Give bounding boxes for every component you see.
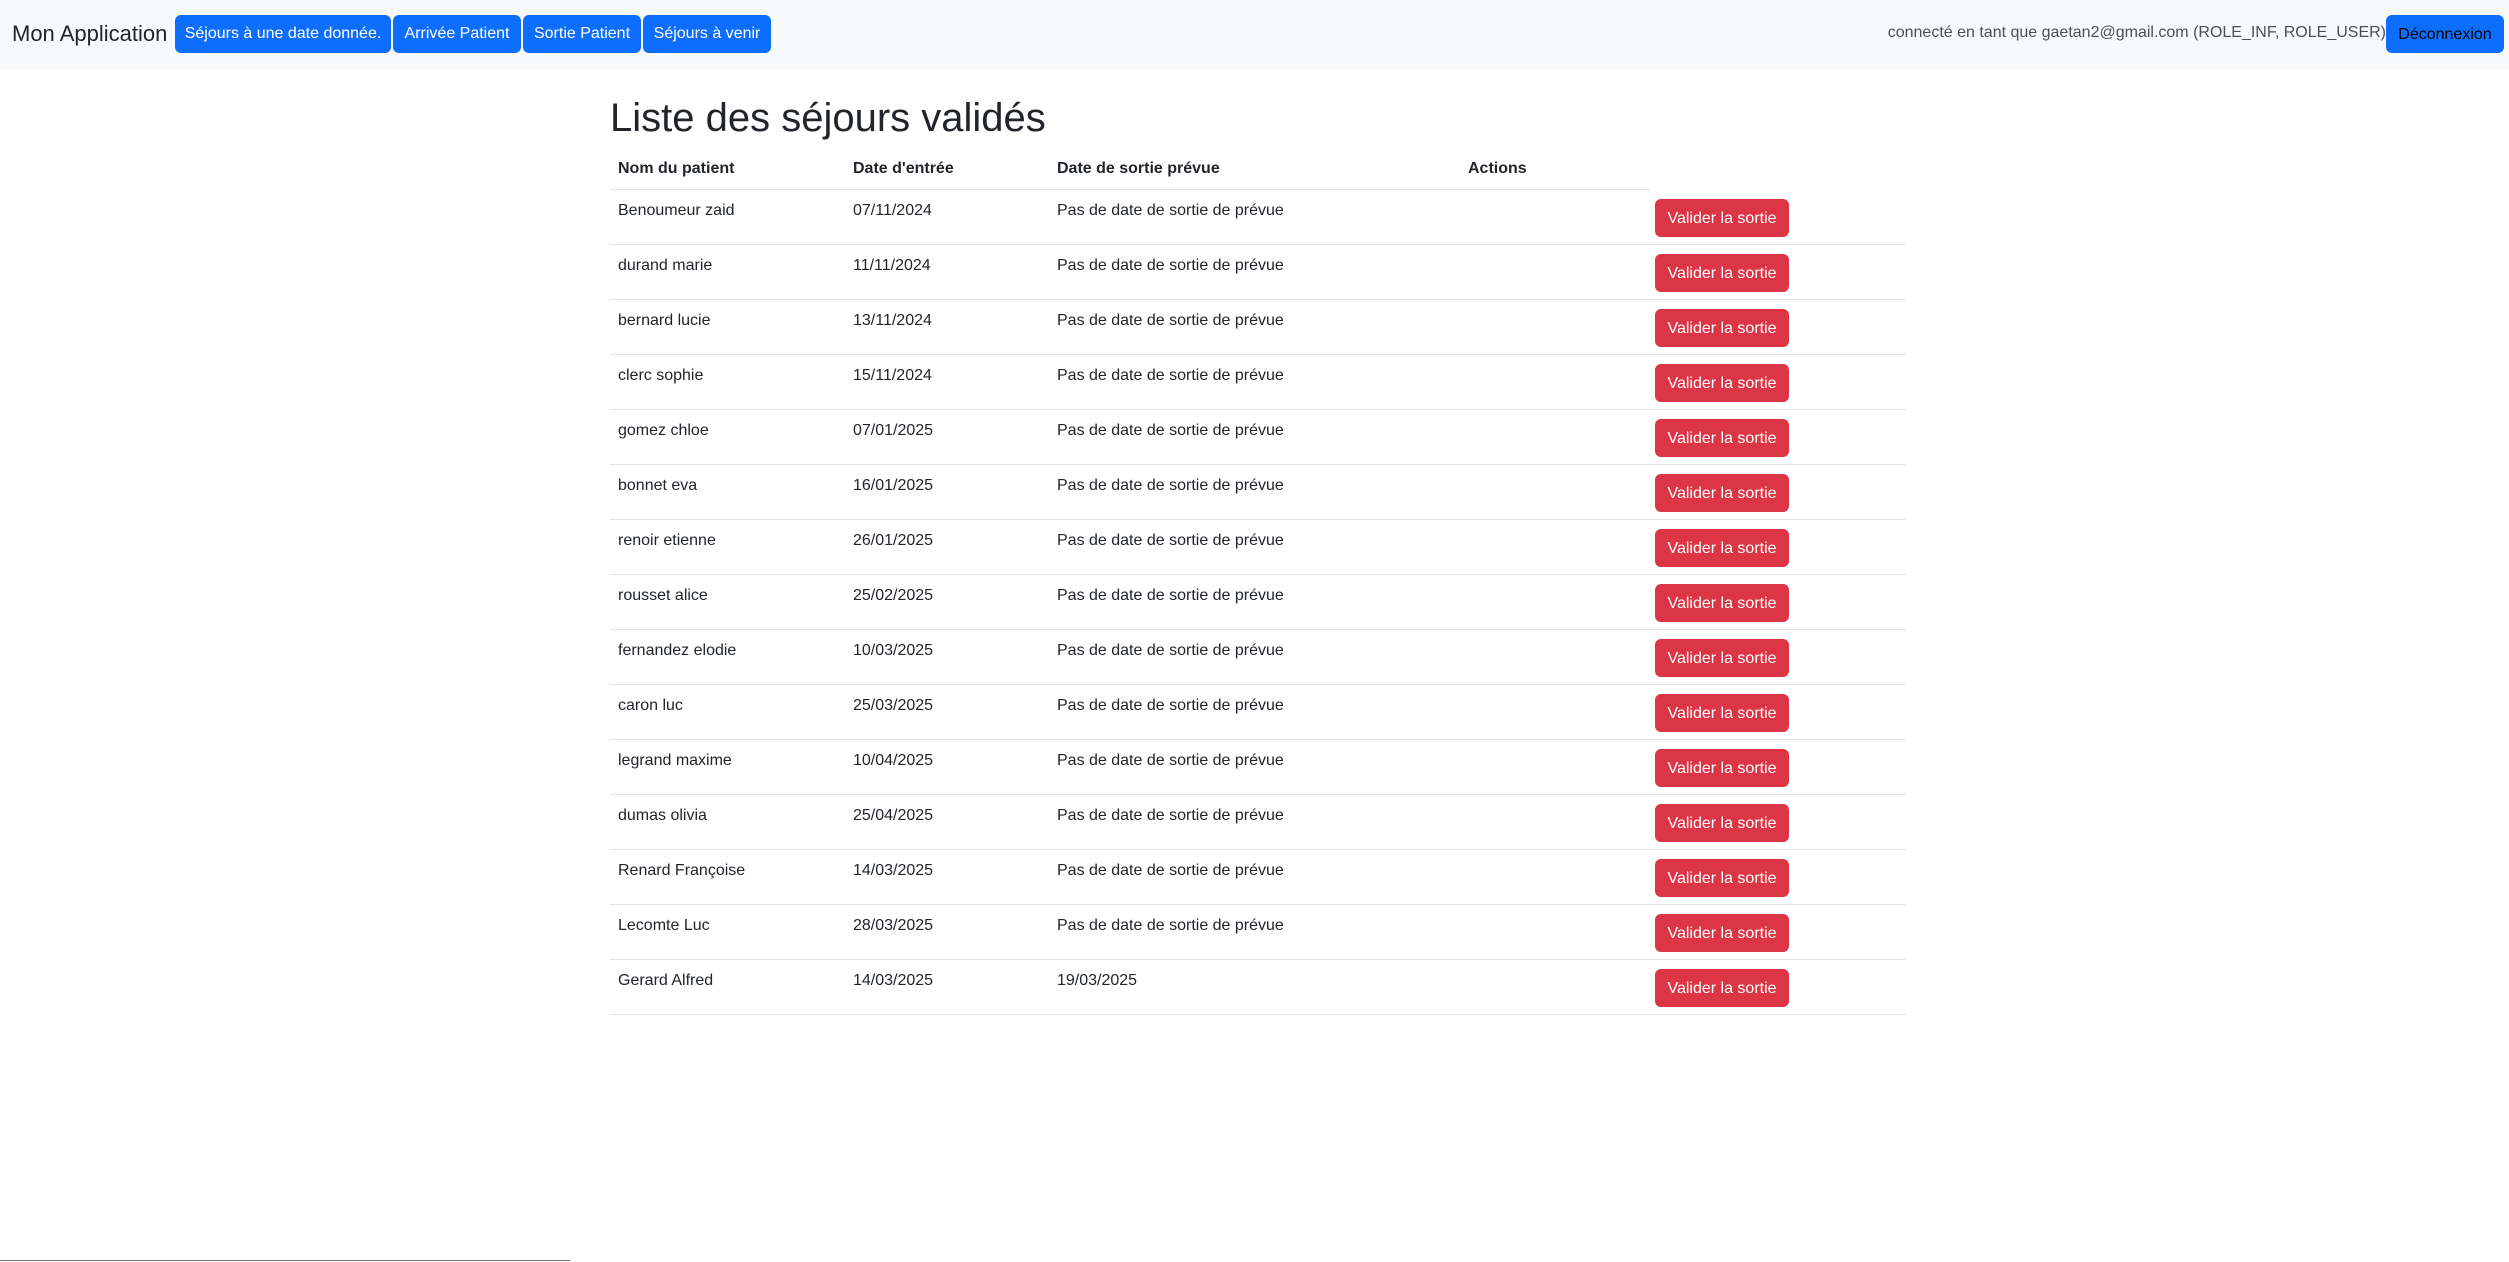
entry-date: 07/01/2025 <box>853 422 934 439</box>
patient-name: Renard Françoise <box>618 862 746 879</box>
table-row: caron luc 25/03/2025 Pas de date de sortie… <box>610 685 1906 740</box>
patient-name: Lecomte Luc <box>618 917 710 934</box>
page-title: Liste des séjours validés <box>610 96 1046 140</box>
patient-name: renoir etienne <box>618 532 716 549</box>
nav-button-arrivee-patient[interactable]: Arrivée Patient <box>393 15 521 53</box>
header-patient-name: Nom du patient <box>618 160 735 177</box>
navbar: Mon Application Séjours à une date donné… <box>0 0 2509 69</box>
table-row: rousset alice 25/02/2025 Pas de date de so… <box>610 575 1906 630</box>
entry-date: 25/02/2025 <box>853 587 934 604</box>
user-info: connecté en tant que gaetan2@gmail.com (… <box>1887 24 2386 41</box>
exit-date: Pas de date de sortie de prévue <box>1057 587 1284 604</box>
table-row: Gerard Alfred 14/03/2025 19/03/2025 Valider… <box>610 960 1906 1015</box>
nav-button-sejours-a-venir[interactable]: Séjours à venir <box>643 15 771 53</box>
patient-name: legrand maxime <box>618 752 732 769</box>
entry-date: 07/11/2024 <box>853 202 932 219</box>
entry-date: 13/11/2024 <box>853 312 932 329</box>
patient-name: gomez chloe <box>618 422 709 439</box>
validate-exit-button[interactable]: Valider la sortie <box>1655 364 1789 402</box>
table-body: Benoumeur zaid 07/11/2024 Pas de date de s… <box>610 190 1906 1015</box>
patient-name: caron luc <box>618 697 683 714</box>
entry-date: 28/03/2025 <box>853 917 934 934</box>
stays-table: Nom du patient Date d'entrée Date de sor… <box>610 153 1906 1015</box>
exit-date: Pas de date de sortie de prévue <box>1057 697 1284 714</box>
patient-name: Benoumeur zaid <box>618 202 735 219</box>
validate-exit-button[interactable]: Valider la sortie <box>1655 584 1789 622</box>
exit-date: Pas de date de sortie de prévue <box>1057 367 1284 384</box>
table-row: Renard Françoise 14/03/2025 Pas de date de… <box>610 850 1906 905</box>
table-row: renoir etienne 26/01/2025 Pas de date de s… <box>610 520 1906 575</box>
patient-name: Gerard Alfred <box>618 972 714 989</box>
exit-date: Pas de date de sortie de prévue <box>1057 917 1284 934</box>
table-row: dumas olivia 25/04/2025 Pas de date de sor… <box>610 795 1906 850</box>
exit-date: Pas de date de sortie de prévue <box>1057 477 1284 494</box>
table-row: gomez chloe 07/01/2025 Pas de date de sort… <box>610 410 1906 465</box>
nav-button-sortie-patient[interactable]: Sortie Patient <box>523 15 641 53</box>
entry-date: 10/03/2025 <box>853 642 934 659</box>
exit-date: Pas de date de sortie de prévue <box>1057 312 1284 329</box>
header-entry-date: Date d'entrée <box>853 160 954 177</box>
bottom-divider <box>0 1260 570 1261</box>
exit-date: Pas de date de sortie de prévue <box>1057 532 1284 549</box>
patient-name: rousset alice <box>618 587 708 604</box>
exit-date: Pas de date de sortie de prévue <box>1057 202 1284 219</box>
table-row: bernard lucie 13/11/2024 Pas de date de so… <box>610 300 1906 355</box>
entry-date: 16/01/2025 <box>853 477 934 494</box>
entry-date: 25/03/2025 <box>853 697 934 714</box>
validate-exit-button[interactable]: Valider la sortie <box>1655 254 1789 292</box>
validate-exit-button[interactable]: Valider la sortie <box>1655 199 1789 237</box>
validate-exit-button[interactable]: Valider la sortie <box>1655 309 1789 347</box>
table-row: bonnet eva 16/01/2025 Pas de date de sorti… <box>610 465 1906 520</box>
validate-exit-button[interactable]: Valider la sortie <box>1655 859 1789 897</box>
patient-name: dumas olivia <box>618 807 707 824</box>
table-row: Benoumeur zaid 07/11/2024 Pas de date de s… <box>610 190 1906 245</box>
entry-date: 25/04/2025 <box>853 807 934 824</box>
entry-date: 11/11/2024 <box>853 257 931 274</box>
table-row: durand marie 11/11/2024 Pas de date de sor… <box>610 245 1906 300</box>
exit-date: 19/03/2025 <box>1057 972 1138 989</box>
entry-date: 10/04/2025 <box>853 752 934 769</box>
header-exit-date: Date de sortie prévue <box>1057 160 1220 177</box>
entry-date: 14/03/2025 <box>853 862 934 879</box>
exit-date: Pas de date de sortie de prévue <box>1057 422 1284 439</box>
entry-date: 15/11/2024 <box>853 367 932 384</box>
logout-button[interactable]: Déconnexion <box>2386 15 2504 53</box>
patient-name: bonnet eva <box>618 477 698 494</box>
table-header: Nom du patient Date d'entrée Date de sor… <box>610 153 1906 190</box>
table-row: clerc sophie 15/11/2024 Pas de date de sor… <box>610 355 1906 410</box>
validate-exit-button[interactable]: Valider la sortie <box>1655 969 1789 1007</box>
exit-date: Pas de date de sortie de prévue <box>1057 807 1284 824</box>
exit-date: Pas de date de sortie de prévue <box>1057 257 1284 274</box>
entry-date: 26/01/2025 <box>853 532 934 549</box>
exit-date: Pas de date de sortie de prévue <box>1057 862 1284 879</box>
validate-exit-button[interactable]: Valider la sortie <box>1655 914 1789 952</box>
patient-name: fernandez elodie <box>618 642 737 659</box>
validate-exit-button[interactable]: Valider la sortie <box>1655 419 1789 457</box>
validate-exit-button[interactable]: Valider la sortie <box>1655 474 1789 512</box>
validate-exit-button[interactable]: Valider la sortie <box>1655 529 1789 567</box>
table-row: legrand maxime 10/04/2025 Pas de date de s… <box>610 740 1906 795</box>
app-brand[interactable]: Mon Application <box>12 18 167 50</box>
patient-name: durand marie <box>618 257 713 274</box>
header-actions: Actions <box>1468 160 1527 177</box>
exit-date: Pas de date de sortie de prévue <box>1057 752 1284 769</box>
table-row: fernandez elodie 10/03/2025 Pas de date de… <box>610 630 1906 685</box>
validate-exit-button[interactable]: Valider la sortie <box>1655 804 1789 842</box>
patient-name: bernard lucie <box>618 312 711 329</box>
validate-exit-button[interactable]: Valider la sortie <box>1655 694 1789 732</box>
validate-exit-button[interactable]: Valider la sortie <box>1655 639 1789 677</box>
validate-exit-button[interactable]: Valider la sortie <box>1655 749 1789 787</box>
patient-name: clerc sophie <box>618 367 704 384</box>
nav-button-sejours-date[interactable]: Séjours à une date donnée. <box>175 15 391 53</box>
entry-date: 14/03/2025 <box>853 972 934 989</box>
exit-date: Pas de date de sortie de prévue <box>1057 642 1284 659</box>
table-row: Lecomte Luc 28/03/2025 Pas de date de sort… <box>610 905 1906 960</box>
